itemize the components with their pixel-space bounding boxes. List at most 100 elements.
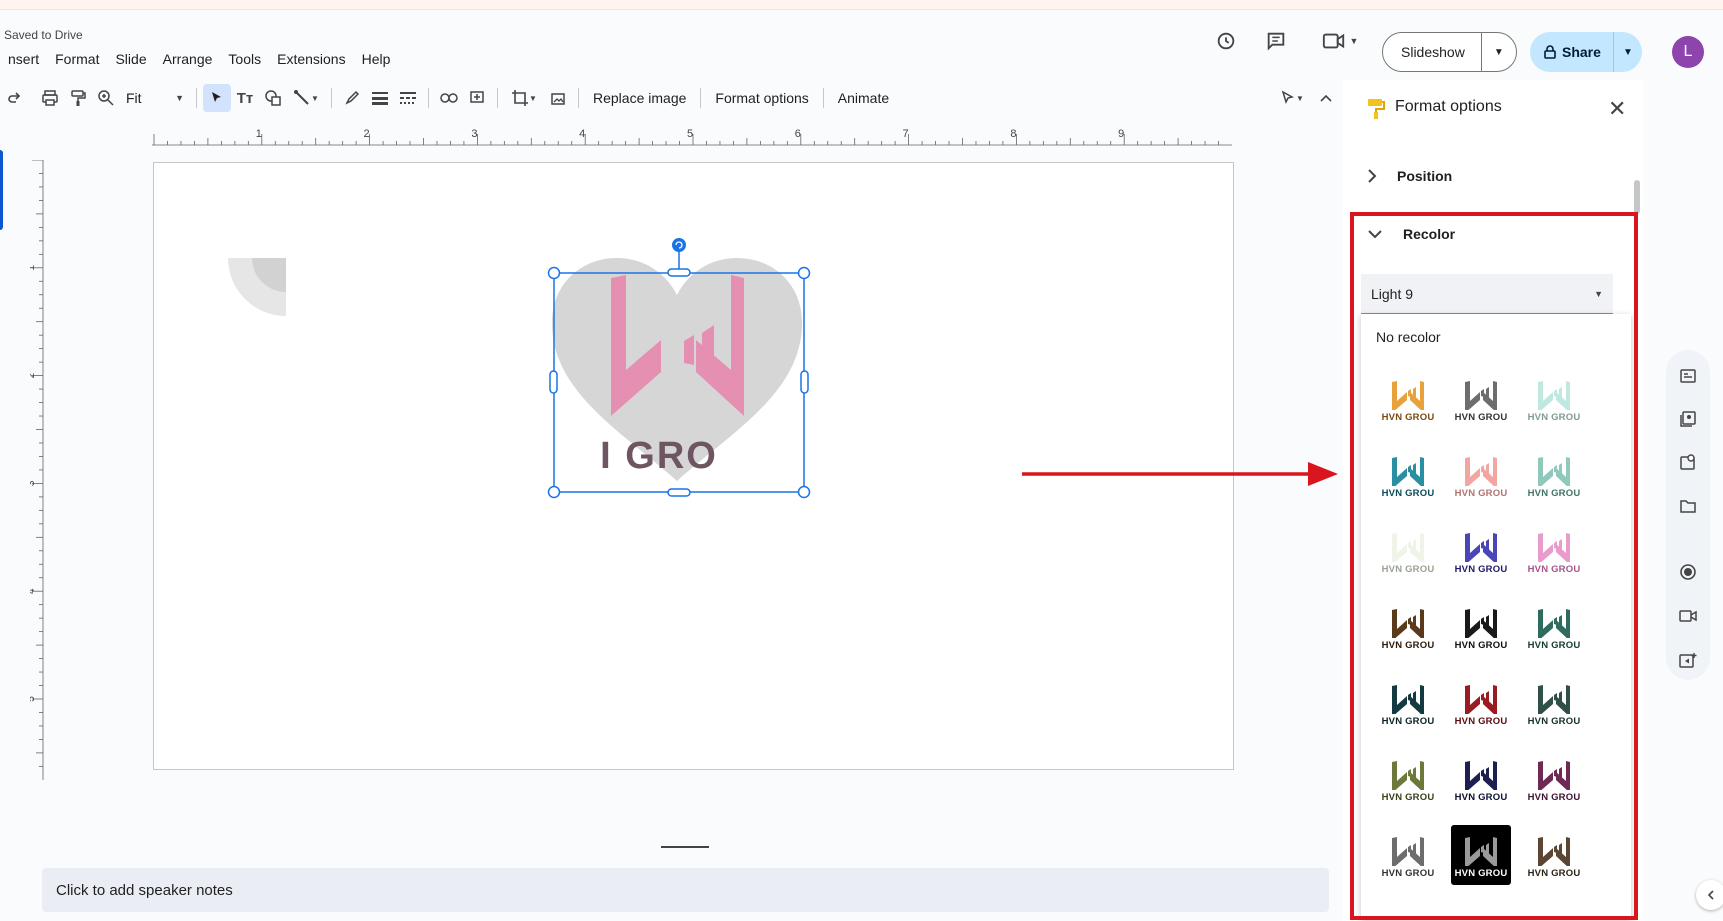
highlight-box xyxy=(1350,212,1638,920)
menu-help[interactable]: Help xyxy=(354,48,399,70)
toolbar-divider xyxy=(331,88,332,108)
border-dash-icon[interactable] xyxy=(394,84,422,112)
menu-bar: nsert Format Slide Arrange Tools Extensi… xyxy=(0,48,398,70)
menu-insert[interactable]: nsert xyxy=(0,48,47,70)
top-banner-strip xyxy=(0,0,1723,10)
ruler-label: 5 xyxy=(30,696,37,702)
ruler-label: 6 xyxy=(795,128,801,140)
print-icon[interactable] xyxy=(36,84,64,112)
resize-handle-nw[interactable] xyxy=(547,266,561,280)
app-header: Saved to Drive nsert Format Slide Arrang… xyxy=(0,10,1723,80)
zoom-dropdown-icon: ▼ xyxy=(175,93,184,103)
notes-resize-handle[interactable] xyxy=(661,846,709,848)
ruler-label: 8 xyxy=(1010,128,1016,140)
collapse-panel-button[interactable] xyxy=(1696,880,1723,910)
replace-image-button[interactable]: Replace image xyxy=(585,84,694,112)
animate-button[interactable]: Animate xyxy=(830,84,897,112)
keep-icon[interactable] xyxy=(1674,362,1702,390)
video-call-icon[interactable] xyxy=(1674,602,1702,630)
horizontal-ruler: 1 2 3 4 5 6 7 8 9 xyxy=(152,128,1232,146)
paint-format-icon xyxy=(1368,99,1385,119)
slideshow-label: Slideshow xyxy=(1383,32,1482,72)
reset-image-icon[interactable] xyxy=(544,84,572,112)
image-search-icon[interactable] xyxy=(1674,448,1702,476)
slideshow-button[interactable]: Slideshow ▼ xyxy=(1382,32,1517,72)
panel-scrollbar[interactable] xyxy=(1634,180,1640,214)
menu-format[interactable]: Format xyxy=(47,48,107,70)
ruler-label: 9 xyxy=(1118,128,1124,140)
collapse-toolbar-icon[interactable] xyxy=(1312,84,1340,112)
toolbar: Fit ▼ Tт ▼ ▼ Replace image Format option… xyxy=(0,80,1340,116)
text-box-icon[interactable]: Tт xyxy=(231,84,259,112)
lock-icon xyxy=(1544,45,1556,59)
rotate-handle[interactable] xyxy=(672,238,686,252)
folder-icon[interactable] xyxy=(1674,492,1702,520)
insert-link-icon[interactable] xyxy=(435,84,463,112)
share-label: Share xyxy=(1562,44,1601,60)
menu-tools[interactable]: Tools xyxy=(220,48,269,70)
record-icon[interactable] xyxy=(1674,558,1702,586)
menu-slide[interactable]: Slide xyxy=(107,48,154,70)
toolbar-divider xyxy=(822,88,824,108)
zoom-icon[interactable] xyxy=(92,84,120,112)
close-icon[interactable]: ✕ xyxy=(1608,96,1626,122)
chevron-right-icon xyxy=(1368,169,1377,183)
speaker-notes[interactable]: Click to add speaker notes xyxy=(42,868,1329,912)
slide-thumbnail-edge[interactable] xyxy=(0,150,3,230)
ruler-label: 1 xyxy=(30,265,37,271)
speaker-notes-placeholder: Click to add speaker notes xyxy=(56,881,233,899)
zoom-value: Fit xyxy=(126,90,142,106)
toolbar-divider xyxy=(428,88,429,108)
resize-handle-sw[interactable] xyxy=(547,485,561,499)
border-color-icon[interactable] xyxy=(338,84,366,112)
ruler-label: 4 xyxy=(579,128,585,140)
ruler-label: 5 xyxy=(687,128,693,140)
shape-icon[interactable] xyxy=(259,84,287,112)
avatar[interactable]: L xyxy=(1672,36,1704,68)
zoom-select[interactable]: Fit ▼ xyxy=(120,90,190,106)
comments-icon[interactable] xyxy=(1263,28,1289,54)
resize-handle-se[interactable] xyxy=(797,485,811,499)
version-history-icon[interactable] xyxy=(1213,28,1239,54)
border-weight-icon[interactable] xyxy=(366,84,394,112)
share-label-wrap: Share xyxy=(1530,32,1614,72)
section-position[interactable]: Position xyxy=(1367,168,1452,184)
toolbar-divider xyxy=(700,88,702,108)
add-video-icon[interactable] xyxy=(1674,646,1702,674)
meet-icon[interactable]: ▼ xyxy=(1318,28,1362,54)
toolbar-divider xyxy=(497,88,498,108)
redo-icon[interactable] xyxy=(0,84,28,112)
share-button[interactable]: Share ▼ xyxy=(1530,32,1642,72)
resize-handle-s[interactable] xyxy=(667,488,691,497)
add-comment-icon[interactable] xyxy=(463,84,491,112)
annotation-arrow xyxy=(1022,462,1338,486)
resize-handle-e[interactable] xyxy=(800,370,809,394)
panel-title: Format options xyxy=(1395,98,1502,115)
ruler-label: 3 xyxy=(30,480,37,486)
toolbar-divider xyxy=(578,88,579,108)
ruler-label: 7 xyxy=(903,128,909,140)
resize-handle-ne[interactable] xyxy=(797,266,811,280)
slideshow-dropdown-icon[interactable]: ▼ xyxy=(1482,47,1516,58)
chevron-left-icon xyxy=(1707,890,1714,900)
vertical-ruler: 1 2 3 4 5 xyxy=(30,160,44,780)
menu-arrange[interactable]: Arrange xyxy=(155,48,221,70)
share-dropdown-icon[interactable]: ▼ xyxy=(1614,47,1642,58)
ruler-label: 3 xyxy=(471,128,477,140)
pointer-mode-icon[interactable]: ▼ xyxy=(1272,84,1312,112)
ruler-label: 4 xyxy=(30,588,37,594)
crop-icon[interactable]: ▼ xyxy=(504,84,544,112)
ruler-label: 2 xyxy=(364,128,370,140)
ruler-label: 1 xyxy=(256,128,262,140)
save-status: Saved to Drive xyxy=(4,28,83,42)
menu-extensions[interactable]: Extensions xyxy=(269,48,353,70)
resize-handle-w[interactable] xyxy=(549,370,558,394)
paint-format-icon[interactable] xyxy=(64,84,92,112)
format-options-button[interactable]: Format options xyxy=(707,84,816,112)
line-icon[interactable]: ▼ xyxy=(287,84,325,112)
resize-handle-n[interactable] xyxy=(667,268,691,277)
section-position-label: Position xyxy=(1397,168,1453,184)
photos-icon[interactable] xyxy=(1674,405,1702,433)
toolbar-divider xyxy=(196,88,197,108)
select-tool-icon[interactable] xyxy=(203,84,231,112)
